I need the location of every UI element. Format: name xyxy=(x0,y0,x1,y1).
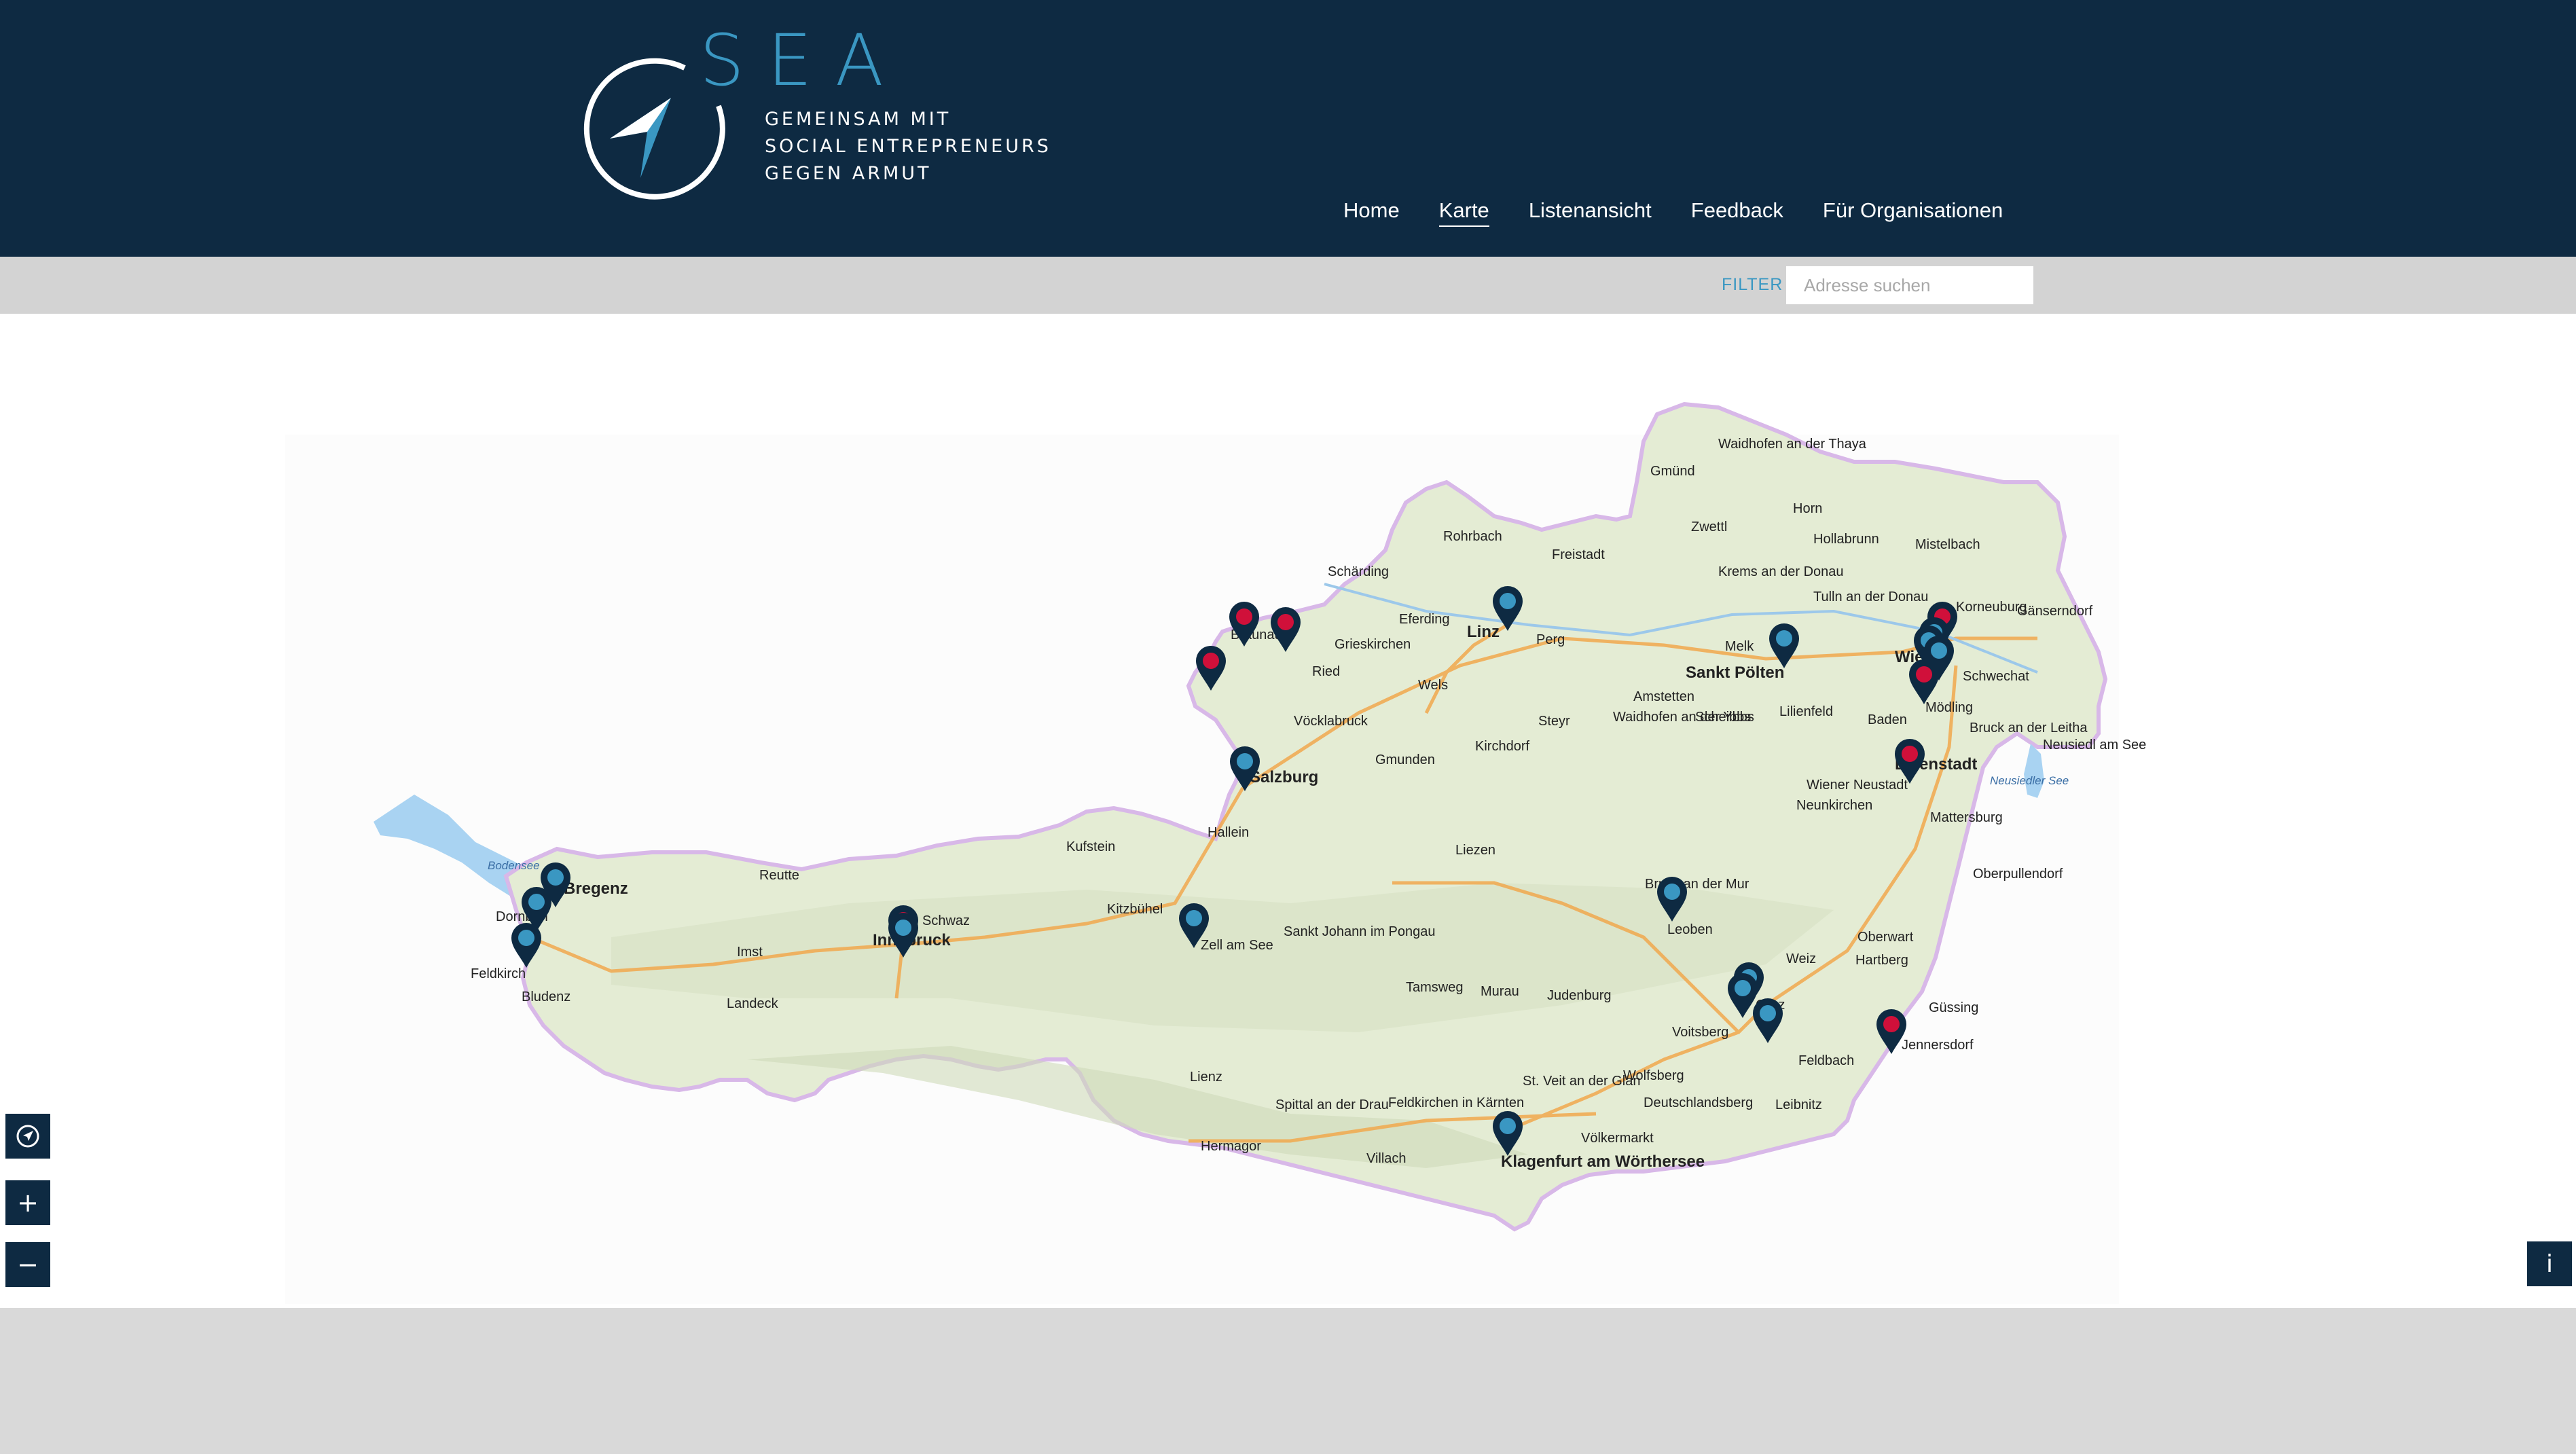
city-label: Völkermarkt xyxy=(1581,1131,1654,1146)
city-label: Hallein xyxy=(1208,825,1249,840)
city-label: Klagenfurt am Wörthersee xyxy=(1501,1152,1705,1171)
city-label: Tamsweg xyxy=(1406,980,1463,995)
city-label: Kirchdorf xyxy=(1475,739,1529,754)
city-label: Steyr xyxy=(1538,714,1570,729)
site-header: SEA GEMEINSAM MIT SOCIAL ENTREPRENEURS G… xyxy=(0,0,2576,257)
city-label: Leibnitz xyxy=(1775,1097,1822,1112)
city-label: Feldkirch xyxy=(471,966,526,981)
city-label: Linz xyxy=(1467,623,1500,641)
city-label: Neunkirchen xyxy=(1796,798,1872,813)
city-label: Landeck xyxy=(727,996,779,1011)
lake-label: Bodensee xyxy=(488,859,540,872)
city-label: Korneuburg xyxy=(1956,600,2027,615)
city-label: Oberpullendorf xyxy=(1973,867,2063,882)
city-label: Ried xyxy=(1312,664,1340,679)
city-label: Freistadt xyxy=(1552,547,1605,562)
city-label: Mattersburg xyxy=(1930,810,2003,825)
nav-listenansicht[interactable]: Listenansicht xyxy=(1529,198,1652,227)
city-label: Hartberg xyxy=(1855,953,1908,968)
city-label: Gmunden xyxy=(1375,752,1435,767)
locate-button[interactable] xyxy=(5,1114,50,1159)
zoom-out-button[interactable]: − xyxy=(5,1242,50,1287)
main-nav: Home Karte Listenansicht Feedback Für Or… xyxy=(1343,198,2003,227)
nav-feedback[interactable]: Feedback xyxy=(1691,198,1783,227)
city-label: Baden xyxy=(1868,712,1907,727)
city-label: Oberwart xyxy=(1857,930,1914,945)
city-label: Leoben xyxy=(1667,922,1713,937)
nav-home[interactable]: Home xyxy=(1343,198,1400,227)
city-label: Schärding xyxy=(1328,564,1389,579)
city-label: Bregenz xyxy=(564,879,628,898)
nav-karte[interactable]: Karte xyxy=(1438,198,1489,227)
city-label: Villach xyxy=(1366,1151,1407,1166)
city-label: Krems an der Donau xyxy=(1718,564,1844,579)
city-label: Murau xyxy=(1481,984,1519,999)
city-label: Hermagor xyxy=(1201,1139,1261,1154)
city-label: Schwechat xyxy=(1963,669,2029,684)
city-label: Mistelbach xyxy=(1915,537,1980,552)
map-area[interactable]: Waidhofen an der Thaya Gmünd Horn Zwettl… xyxy=(0,314,2576,1308)
city-label: Wels xyxy=(1418,678,1448,693)
city-label: Hollabrunn xyxy=(1813,532,1879,547)
lake-label: Neusiedler See xyxy=(1990,774,2069,787)
city-label: Deutschlandsberg xyxy=(1644,1095,1753,1110)
city-label: Liezen xyxy=(1455,843,1495,858)
city-label: Gänserndorf xyxy=(2017,604,2093,619)
city-label: Reutte xyxy=(759,868,799,883)
city-label: Weiz xyxy=(1786,951,1816,966)
city-label: Spittal an der Drau xyxy=(1275,1097,1389,1112)
city-label: Wiener Neustadt xyxy=(1807,778,1908,793)
city-label: Wolfsberg xyxy=(1623,1068,1684,1083)
zoom-in-button[interactable]: + xyxy=(5,1180,50,1225)
address-search-input[interactable] xyxy=(1786,266,2033,304)
city-label: Feldkirchen in Kärnten xyxy=(1388,1095,1524,1110)
info-button[interactable]: i xyxy=(2527,1241,2572,1286)
city-label: Vöcklabruck xyxy=(1294,714,1368,729)
logo-tagline: GEMEINSAM MIT SOCIAL ENTREPRENEURS GEGEN… xyxy=(765,106,1051,187)
city-label: Feldbach xyxy=(1798,1053,1854,1068)
city-label: Grieskirchen xyxy=(1335,637,1411,652)
city-label: Imst xyxy=(737,945,763,960)
city-label: Rohrbach xyxy=(1443,529,1502,544)
city-label: Zell am See xyxy=(1201,938,1273,953)
city-label: Gmünd xyxy=(1650,464,1695,479)
city-label: Tulln an der Donau xyxy=(1813,589,1928,604)
city-label: Scheibbs xyxy=(1695,710,1751,725)
filter-bar xyxy=(0,257,2576,314)
city-label: Jennersdorf xyxy=(1902,1038,1974,1053)
city-label: Salzburg xyxy=(1250,768,1318,786)
city-label: Perg xyxy=(1536,632,1565,647)
city-label: Bludenz xyxy=(522,989,570,1004)
city-label: Melk xyxy=(1725,639,1754,654)
tagline-line: GEGEN ARMUT xyxy=(765,163,932,184)
city-label: Eferding xyxy=(1399,612,1450,627)
city-label: Amstetten xyxy=(1633,689,1694,704)
austria-map[interactable]: Waidhofen an der Thaya Gmünd Horn Zwettl… xyxy=(0,314,2576,1308)
city-label: Zwettl xyxy=(1691,520,1727,534)
city-label: Voitsberg xyxy=(1672,1025,1728,1040)
city-label: Bruck an der Leitha xyxy=(1970,721,2088,735)
tagline-line: GEMEINSAM MIT xyxy=(765,109,951,130)
city-label: Sankt Johann im Pongau xyxy=(1284,924,1436,939)
city-label: Judenburg xyxy=(1547,988,1612,1003)
tagline-line: SOCIAL ENTREPRENEURS xyxy=(765,136,1051,157)
logo-title[interactable]: SEA xyxy=(700,19,907,102)
city-label: Güssing xyxy=(1929,1000,1978,1015)
page-footer xyxy=(0,1308,2576,1454)
locate-icon xyxy=(16,1125,39,1148)
city-label: Sankt Pölten xyxy=(1686,664,1784,682)
nav-fuer-organisationen[interactable]: Für Organisationen xyxy=(1823,198,2003,227)
city-label: Waidhofen an der Thaya xyxy=(1718,437,1867,452)
city-label: Kitzbühel xyxy=(1107,902,1163,917)
city-label: Lilienfeld xyxy=(1779,704,1833,719)
filter-label[interactable]: FILTER xyxy=(1722,275,1783,295)
city-label: Neusiedl am See xyxy=(2043,738,2146,752)
city-label: Lienz xyxy=(1190,1070,1222,1085)
city-label: Horn xyxy=(1793,501,1822,516)
city-label: Schwaz xyxy=(922,913,970,928)
city-label: Kufstein xyxy=(1066,839,1115,854)
city-label: Mödling xyxy=(1925,700,1973,715)
